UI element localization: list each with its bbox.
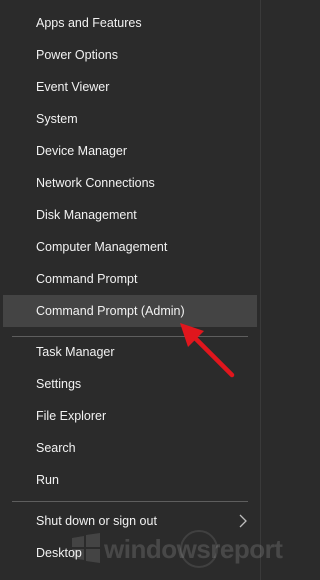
menu-item-label: Disk Management xyxy=(36,208,137,222)
menu-item-label: Search xyxy=(36,441,76,455)
menu-item-label: Task Manager xyxy=(36,345,115,359)
menu-item-label: File Explorer xyxy=(36,409,107,423)
menu-item-label: Shut down or sign out xyxy=(36,514,157,528)
menu-item-label: Network Connections xyxy=(36,176,155,190)
menu-item-label: Run xyxy=(36,473,59,487)
menu-item-command-prompt[interactable]: Command Prompt xyxy=(3,263,257,295)
menu-item-label: Desktop xyxy=(36,546,82,560)
menu-item-file-explorer[interactable]: File Explorer xyxy=(3,400,257,432)
menu-item-task-manager[interactable]: Task Manager xyxy=(3,336,257,368)
menu-item-network-connections[interactable]: Network Connections xyxy=(3,167,257,199)
menu-item-computer-management[interactable]: Computer Management xyxy=(3,231,257,263)
menu-item-run[interactable]: Run xyxy=(3,464,257,496)
menu-item-label: Command Prompt xyxy=(36,272,138,286)
menu-item-label: Computer Management xyxy=(36,240,168,254)
menu-item-label: Command Prompt (Admin) xyxy=(36,304,185,318)
menu-item-event-viewer[interactable]: Event Viewer xyxy=(3,71,257,103)
menu-item-label: System xyxy=(36,112,78,126)
winx-context-menu: Apps and Features Power Options Event Vi… xyxy=(0,0,261,580)
menu-item-search[interactable]: Search xyxy=(3,432,257,464)
menu-item-label: Event Viewer xyxy=(36,80,110,94)
menu-item-shut-down-or-sign-out[interactable]: Shut down or sign out xyxy=(3,505,257,537)
menu-item-settings[interactable]: Settings xyxy=(3,368,257,400)
menu-item-label: Power Options xyxy=(36,48,118,62)
chevron-right-icon xyxy=(239,514,247,528)
menu-item-power-options[interactable]: Power Options xyxy=(3,39,257,71)
menu-item-desktop[interactable]: Desktop xyxy=(3,537,257,569)
menu-item-label: Settings xyxy=(36,377,82,391)
menu-item-label: Apps and Features xyxy=(36,16,142,30)
menu-item-device-manager[interactable]: Device Manager xyxy=(3,135,257,167)
menu-item-label: Device Manager xyxy=(36,144,128,158)
menu-item-command-prompt-admin[interactable]: Command Prompt (Admin) xyxy=(3,295,257,327)
menu-separator xyxy=(12,501,248,502)
menu-item-apps-and-features[interactable]: Apps and Features xyxy=(3,7,257,39)
menu-item-disk-management[interactable]: Disk Management xyxy=(3,199,257,231)
menu-item-system[interactable]: System xyxy=(3,103,257,135)
